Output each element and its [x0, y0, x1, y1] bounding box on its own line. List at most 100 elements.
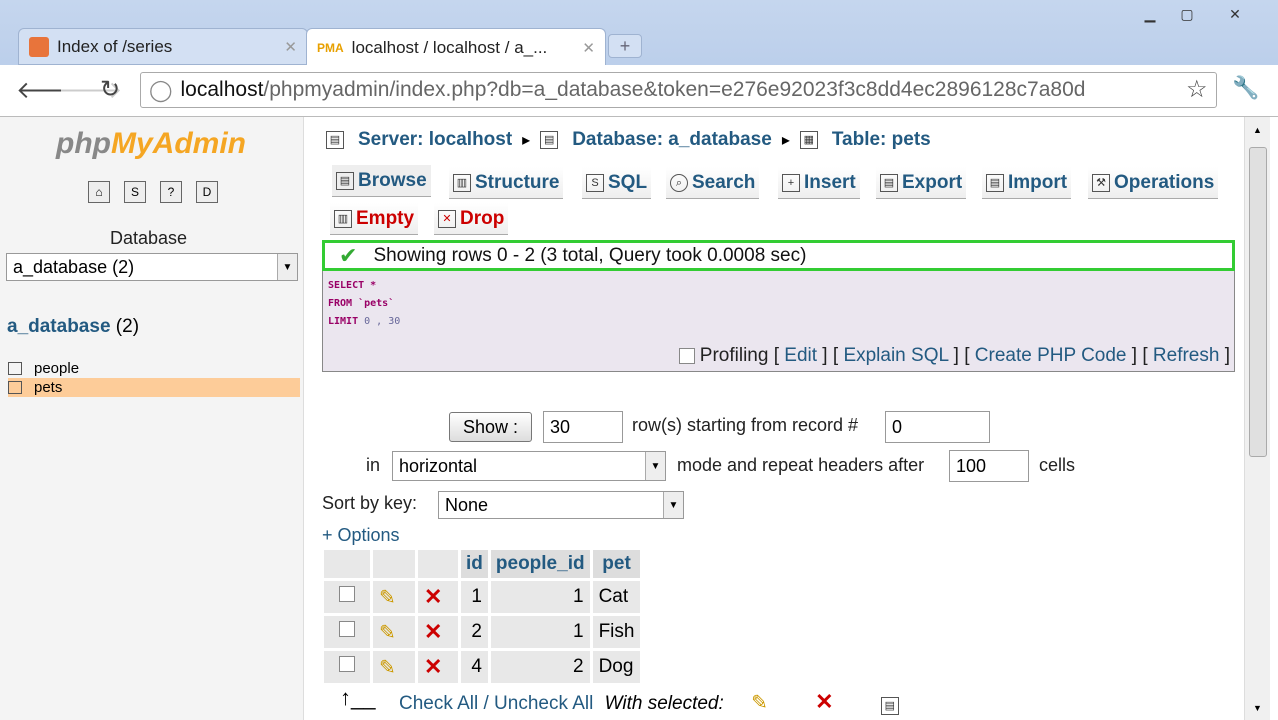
row-checkbox[interactable] — [339, 586, 355, 602]
tab-search[interactable]: ⌕ Search — [666, 167, 760, 199]
repeat-label: mode and repeat headers after — [677, 455, 925, 475]
column-header-pet[interactable]: pet — [592, 550, 641, 578]
profiling-checkbox[interactable] — [678, 347, 695, 364]
browse-icon: ▤ — [336, 171, 354, 190]
table-icon — [8, 381, 22, 394]
xampp-icon — [29, 36, 49, 57]
edit-pencil-icon[interactable]: ✎ — [373, 651, 415, 683]
cells-label: cells — [1039, 455, 1076, 475]
column-header-people-id[interactable]: people_id — [490, 550, 590, 578]
chevron-down-icon: ▼ — [645, 452, 665, 480]
wrench-icon[interactable]: 🔧 — [1232, 75, 1259, 101]
new-tab-button[interactable]: + — [608, 34, 642, 58]
database-label: Database — [110, 228, 188, 248]
tab-sql[interactable]: S SQL — [582, 167, 652, 199]
tab-browse[interactable]: ▤ Browse — [332, 165, 431, 197]
sql-icon: S — [586, 173, 604, 192]
tab-structure[interactable]: ▥ Structure — [449, 167, 564, 199]
breadcrumb-server[interactable]: Server: localhost — [358, 129, 512, 151]
scroll-up-icon[interactable]: ▲ — [1253, 125, 1262, 135]
repeat-headers-input[interactable]: 100 — [949, 450, 1029, 482]
tab-empty[interactable]: ▥ Empty — [330, 203, 419, 235]
bulk-actions: Check All / Uncheck All With selected: ✎… — [399, 689, 903, 715]
starting-label: row(s) starting from record # — [632, 415, 859, 435]
delete-x-icon[interactable]: ✕ — [418, 581, 458, 613]
sort-select[interactable]: None ▼ — [438, 491, 684, 519]
close-tab-icon[interactable]: ✕ — [284, 38, 297, 56]
browser-toolbar: 🡐 🡒 ↻ ◯ localhost/phpmyadmin/index.php?db… — [0, 65, 1278, 117]
edit-pencil-icon[interactable]: ✎ — [373, 581, 415, 613]
table-icon — [8, 362, 22, 375]
phpmyadmin-logo[interactable]: phpMyAdmin — [56, 127, 246, 161]
sql-query-box: SELECT * FROM `pets` LIMIT 0 , 30 Profil… — [322, 271, 1235, 372]
tab-import[interactable]: ▤ Import — [982, 167, 1072, 199]
address-bar[interactable]: ◯ localhost/phpmyadmin/index.php?db=a_dat… — [140, 72, 1217, 108]
rows-input[interactable]: 30 — [543, 411, 623, 443]
mode-select[interactable]: horizontal ▼ — [392, 451, 666, 481]
table-row: ✎ ✕ 1 1 Cat — [324, 581, 641, 613]
delete-x-icon[interactable]: ✕ — [418, 651, 458, 683]
close-window-button[interactable]: ✕ — [1220, 6, 1250, 26]
table-icon: ▦ — [799, 131, 818, 149]
results-table: id people_id pet ✎ ✕ 1 1 Cat ✎ ✕ 2 1 Fish ✎ ✕ 4 2 Do… — [321, 547, 643, 686]
table-item-pets[interactable]: pets — [8, 378, 300, 397]
tab-insert[interactable]: + Insert — [778, 167, 860, 199]
edit-pencil-icon[interactable]: ✎ — [373, 616, 415, 648]
sql-query: SELECT * FROM `pets` LIMIT 0 , 30 — [328, 280, 401, 327]
breadcrumb-database[interactable]: Database: a_database — [572, 129, 772, 151]
start-record-input[interactable]: 0 — [885, 411, 990, 443]
tab-export[interactable]: ▤ Export — [876, 167, 967, 199]
globe-icon: ◯ — [149, 78, 173, 102]
server-icon: ▤ — [326, 131, 344, 149]
bookmark-star-icon[interactable]: ☆ — [1186, 75, 1208, 104]
explain-sql-link[interactable]: Explain SQL — [843, 345, 948, 366]
database-select[interactable]: a_database (2) ▼ — [6, 253, 298, 281]
minimize-button[interactable]: ▁ — [1135, 6, 1165, 26]
structure-icon: ▥ — [453, 173, 471, 192]
sort-label: Sort by key: — [322, 493, 418, 513]
create-php-code-link[interactable]: Create PHP Code — [975, 345, 1127, 366]
tab-operations[interactable]: ⚒ Operations — [1088, 167, 1219, 199]
import-icon: ▤ — [986, 173, 1004, 192]
table-list: people pets — [8, 359, 300, 397]
show-button[interactable]: Show : — [449, 412, 532, 442]
home-icon[interactable]: ⌂ — [88, 181, 110, 203]
close-tab-icon[interactable]: ✕ — [582, 39, 595, 57]
scrollbar-thumb[interactable] — [1249, 147, 1267, 457]
edit-link[interactable]: Edit — [784, 345, 817, 366]
tab-phpmyadmin[interactable]: PMA localhost / localhost / a_... ✕ — [306, 28, 606, 66]
vertical-scrollbar[interactable]: ▲ ▼ — [1244, 117, 1270, 720]
help-icon[interactable]: ? — [160, 181, 182, 203]
tab-index-series[interactable]: Index of /series ✕ — [18, 28, 308, 65]
delete-selected-icon[interactable]: ✕ — [815, 689, 833, 714]
edit-selected-icon[interactable]: ✎ — [751, 692, 768, 714]
row-checkbox[interactable] — [339, 656, 355, 672]
refresh-link[interactable]: Refresh — [1153, 345, 1220, 366]
table-item-people[interactable]: people — [8, 359, 300, 378]
arrow-up-icon: ↑__ — [340, 685, 376, 710]
main-content: ▤ Server: localhost ▸ ▤ Database: a_databas… — [304, 117, 1244, 720]
empty-icon: ▥ — [334, 209, 352, 228]
breadcrumb-table[interactable]: Table: pets — [832, 129, 931, 151]
chevron-down-icon: ▼ — [663, 492, 683, 518]
maximize-button[interactable]: ▢ — [1172, 6, 1202, 26]
reload-icon[interactable]: ↻ — [100, 75, 120, 104]
breadcrumb: ▤ Server: localhost ▸ ▤ Database: a_databas… — [326, 129, 931, 151]
export-selected-icon[interactable]: ▤ — [880, 697, 899, 715]
docs-icon[interactable]: D — [196, 181, 218, 203]
sql-query-icon[interactable]: S — [124, 181, 146, 203]
table-row: ✎ ✕ 2 1 Fish — [324, 616, 641, 648]
scroll-down-icon[interactable]: ▼ — [1253, 703, 1262, 713]
row-checkbox[interactable] — [339, 621, 355, 637]
tab-drop[interactable]: ✕ Drop — [434, 203, 509, 235]
export-icon: ▤ — [880, 173, 898, 192]
uncheck-all-link[interactable]: Uncheck All — [494, 693, 593, 714]
check-all-link[interactable]: Check All — [399, 693, 478, 714]
column-header-id[interactable]: id — [461, 550, 488, 578]
options-link[interactable]: + Options — [322, 525, 400, 546]
delete-x-icon[interactable]: ✕ — [418, 616, 458, 648]
database-link[interactable]: a_database (2) — [7, 316, 139, 338]
pma-icon: PMA — [317, 40, 344, 55]
operations-icon: ⚒ — [1092, 173, 1110, 192]
sidebar: phpMyAdmin ⌂ S ? D Database a_database (… — [0, 117, 304, 720]
